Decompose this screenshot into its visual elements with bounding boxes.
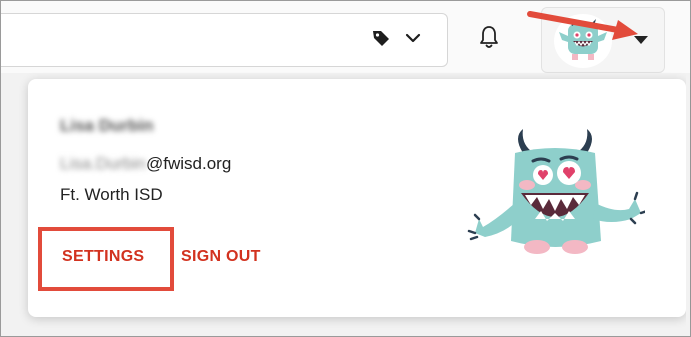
- user-name: Lisa Durbin: [60, 116, 154, 135]
- annotation-arrow: [527, 11, 638, 40]
- tag-filter-button[interactable]: [371, 23, 441, 57]
- notifications-button[interactable]: [475, 23, 503, 55]
- sign-out-link[interactable]: SIGN OUT: [181, 248, 261, 266]
- chevron-down-icon: [405, 31, 421, 49]
- organization-name: Ft. Worth ISD: [60, 185, 163, 204]
- tag-icon: [371, 28, 391, 53]
- email-domain: @fwisd.org: [146, 154, 232, 173]
- page-edge: [686, 73, 690, 335]
- email-username: Lisa.Durbin: [60, 154, 146, 173]
- bell-icon: [478, 24, 500, 55]
- user-profile-dropdown: Lisa Durbin Lisa.Durbin @fwisd.org Ft. W…: [28, 79, 686, 317]
- user-email: Lisa.Durbin @fwisd.org: [60, 154, 231, 174]
- monster-avatar-illustration: [465, 123, 649, 273]
- settings-link[interactable]: SETTINGS: [62, 248, 144, 266]
